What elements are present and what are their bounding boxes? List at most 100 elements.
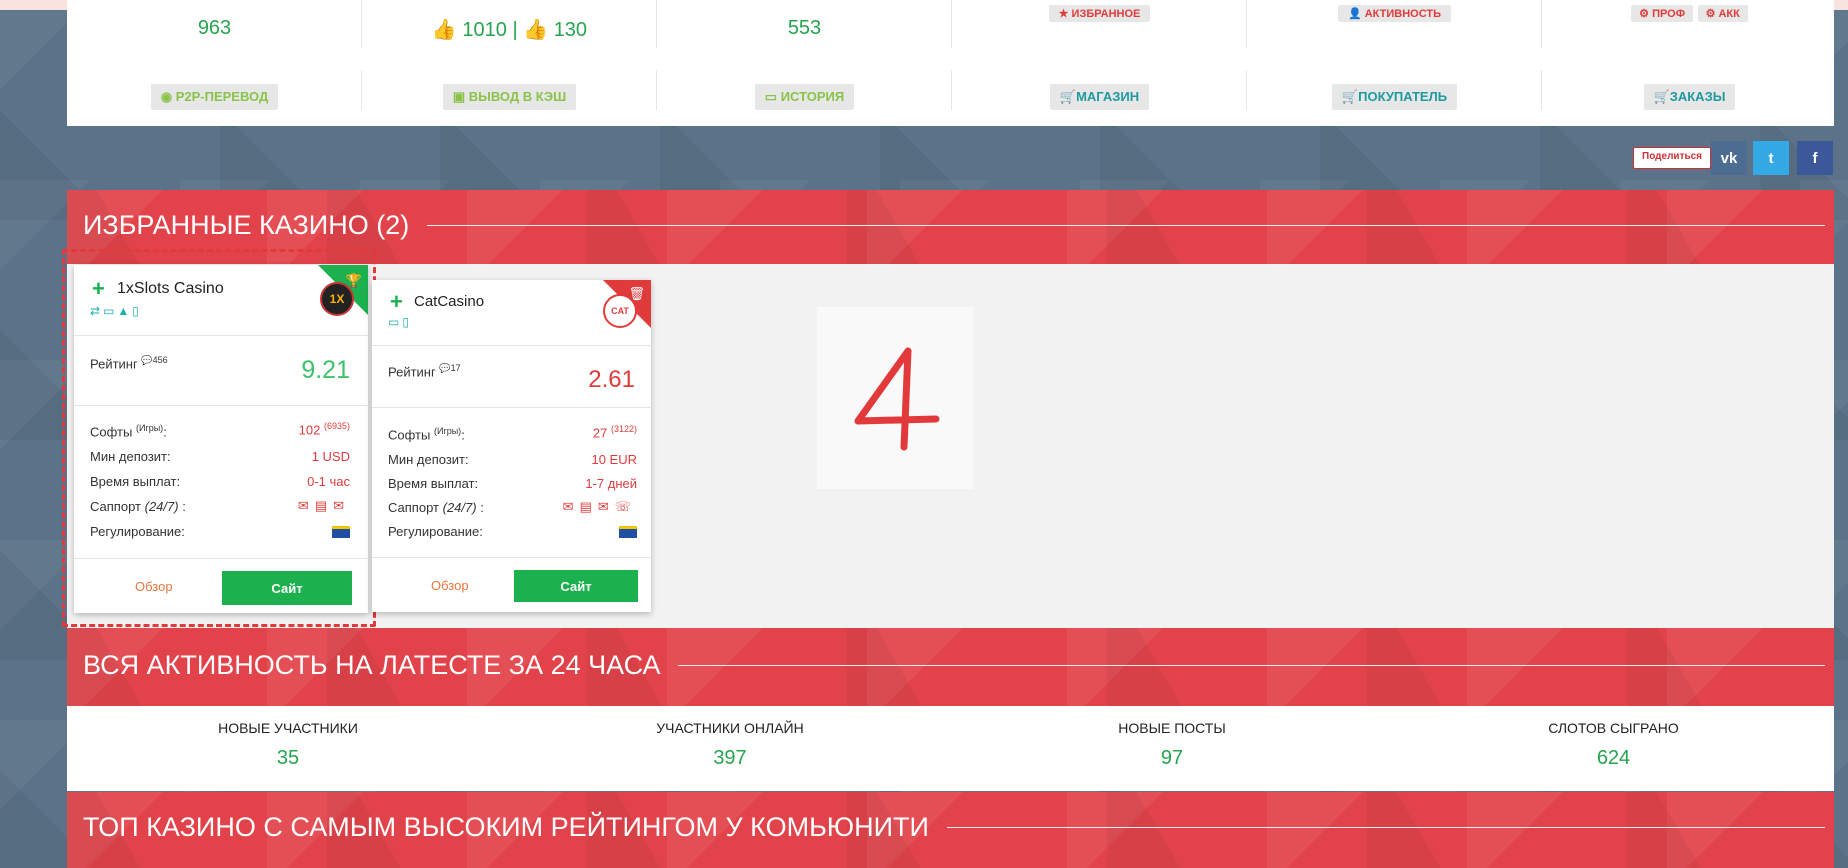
profile-link[interactable]: ⚙ ПРОФ <box>1631 5 1694 22</box>
rating-value: 2.61 <box>588 366 635 393</box>
facebook-icon: f <box>1812 149 1818 167</box>
min-deposit-label: Мин депозит: <box>388 452 469 467</box>
activity-link-wrap: 👤 АКТИВНОСТЬ <box>1247 4 1542 22</box>
favorites-link-wrap: ★ ИЗБРАННОЕ <box>952 4 1247 22</box>
casino-card-1xslots: 🏆 + 1xSlots Casino ⇄▭▲▯ 1X Рейтинг 💬456 … <box>74 265 368 613</box>
review-link[interactable]: Обзор <box>135 579 173 594</box>
account-link[interactable]: ⚙ АКК <box>1697 5 1748 22</box>
add-compare-icon[interactable]: + <box>92 276 105 302</box>
visit-site-button[interactable]: Сайт <box>222 571 352 605</box>
cash-withdraw-label: ВЫВОД В КЭШ <box>468 89 567 104</box>
activity-link-label: АКТИВНОСТЬ <box>1364 8 1442 20</box>
cart-icon: 🛒 <box>1653 89 1670 104</box>
orders-button[interactable]: 🛒ЗАКАЗЫ <box>1643 84 1736 110</box>
casino-name[interactable]: CatCasino <box>414 293 484 310</box>
shop-button[interactable]: 🛒МАГАЗИН <box>1049 84 1150 110</box>
stat-value: 97 <box>1160 747 1184 769</box>
activity-section-title: ВСЯ АКТИВНОСТЬ НА ЛАТЕСТЕ ЗА 24 ЧАСА <box>83 650 661 680</box>
activity-link[interactable]: 👤 АКТИВНОСТЬ <box>1337 5 1452 22</box>
activity-stat-new-members: НОВЫЕ УЧАСТНИКИ 35 <box>67 720 509 770</box>
softs-games: (3122) <box>610 424 637 434</box>
payout-label: Время выплат: <box>90 474 181 489</box>
p2p-transfer-button[interactable]: ◉ P2P-ПЕРЕВОД <box>150 84 279 110</box>
feature-icons: ⇄▭▲▯ <box>90 304 142 318</box>
rating-label: Рейтинг <box>90 356 138 372</box>
favorites-section-title: ИЗБРАННЫЕ КАЗИНО (2) <box>83 210 410 240</box>
twitter-share-button[interactable]: t <box>1753 141 1789 175</box>
activity-stat-new-posts: НОВЫЕ ПОСТЫ 97 <box>951 720 1393 770</box>
softs-sup: (Игры) <box>135 423 164 433</box>
support-hours: (24/7) <box>144 499 179 514</box>
votes-stat: 👍 1010 | 👍 130 <box>362 17 657 42</box>
casino-name[interactable]: 1xSlots Casino <box>117 280 224 298</box>
history-label: ИСТОРИЯ <box>780 89 845 104</box>
payout-value: 0-1 час <box>307 474 350 489</box>
support-label-wrap: Саппорт (24/7) : <box>90 499 186 514</box>
title-divider <box>946 827 1825 828</box>
regulation-label: Регулирование: <box>90 524 185 539</box>
activity-stats-panel: НОВЫЕ УЧАСТНИКИ 35 УЧАСТНИКИ ОНЛАЙН 397 … <box>67 706 1834 791</box>
visit-site-button[interactable]: Сайт <box>514 570 638 602</box>
vk-icon: vk <box>1720 149 1738 167</box>
softs-label-wrap: Софты (Игры): <box>90 423 167 440</box>
softs-value: 102 <box>298 422 321 438</box>
comments-icon: 💬 <box>141 355 153 365</box>
casino-card-catcasino: 🗑 + CatCasino ▭▯ CAT Рейтинг 💬17 2.61 Со… <box>372 280 651 612</box>
p2p-transfer-label: P2P-ПЕРЕВОД <box>175 89 269 104</box>
cart-icon: 🛒 <box>1341 89 1359 104</box>
profile-links-wrap: ⚙ ПРОФ ⚙ АКК <box>1542 4 1837 22</box>
support-label-wrap: Саппорт (24/7) : <box>388 500 484 515</box>
rating-label-wrap: Рейтинг 💬456 <box>90 355 168 371</box>
min-deposit-value: 1 USD <box>311 449 350 464</box>
softs-label: Софты <box>90 424 133 440</box>
cart-icon: 🛒 <box>1059 89 1077 104</box>
votes-down-count: 130 <box>553 19 588 41</box>
user-stats-panel: 963 👍 1010 | 👍 130 553 ★ ИЗБРАННОЕ 👤 АКТ… <box>67 0 1834 126</box>
add-compare-icon[interactable]: + <box>390 289 403 315</box>
card-icon: ▭ <box>764 89 778 104</box>
votes-separator: | <box>512 19 518 41</box>
support-label: Саппорт <box>388 500 439 515</box>
activity-stat-slots-played: СЛОТОВ СЫГРАНО 624 <box>1393 720 1834 770</box>
user-circle-icon: ◉ <box>160 89 173 104</box>
comments-icon: 💬 <box>439 363 451 373</box>
third-stat: 553 <box>787 17 822 39</box>
feature-icons: ▭▯ <box>388 315 412 329</box>
support-icons: ✉▤✉ <box>297 498 350 513</box>
flag-icon <box>332 526 350 538</box>
annotation-box: 4 <box>817 307 973 489</box>
review-link[interactable]: Обзор <box>431 578 469 593</box>
favorites-link[interactable]: ★ ИЗБРАННОЕ <box>1048 5 1151 22</box>
regulation-label: Регулирование: <box>388 524 483 539</box>
vk-share-button[interactable]: vk <box>1711 141 1747 175</box>
buyer-button[interactable]: 🛒ПОКУПАТЕЛЬ <box>1331 84 1458 110</box>
support-label: Саппорт <box>90 499 141 514</box>
casino-logo: 1X <box>320 282 354 316</box>
softs-value-wrap: 102 (6935) <box>299 421 350 437</box>
rating-value: 9.21 <box>301 356 350 384</box>
stat-label: УЧАСТНИКИ ОНЛАЙН <box>656 720 804 736</box>
softs-sup: (Игры) <box>433 426 462 436</box>
twitter-icon: t <box>1768 149 1774 167</box>
title-divider <box>427 225 1825 226</box>
activity-stat-online: УЧАСТНИКИ ОНЛАЙН 397 <box>509 720 951 770</box>
account-link-label: АКК <box>1718 8 1740 20</box>
top-casinos-section-title: ТОП КАЗИНО С САМЫМ ВЫСОКИМ РЕЙТИНГОМ У К… <box>83 812 929 842</box>
softs-value-wrap: 27 (3122) <box>593 424 637 440</box>
annotation-number <box>854 347 940 451</box>
softs-games: (6935) <box>323 421 350 431</box>
min-deposit-label: Мин депозит: <box>90 449 171 464</box>
softs-label: Софты <box>388 427 431 443</box>
facebook-share-button[interactable]: f <box>1797 141 1833 175</box>
shop-label: МАГАЗИН <box>1076 89 1140 104</box>
softs-value: 27 <box>592 425 608 441</box>
money-icon: ▣ <box>452 89 466 104</box>
cash-withdraw-button[interactable]: ▣ ВЫВОД В КЭШ <box>442 84 577 110</box>
thumbs-down-icon: 👍 <box>523 19 549 41</box>
casino-logo: CAT <box>603 294 637 328</box>
payout-label: Время выплат: <box>388 476 479 491</box>
payout-value: 1-7 дней <box>585 476 637 491</box>
stat-label: СЛОТОВ СЫГРАНО <box>1548 720 1679 736</box>
softs-label-wrap: Софты (Игры): <box>388 426 465 443</box>
history-button[interactable]: ▭ ИСТОРИЯ <box>754 84 855 110</box>
